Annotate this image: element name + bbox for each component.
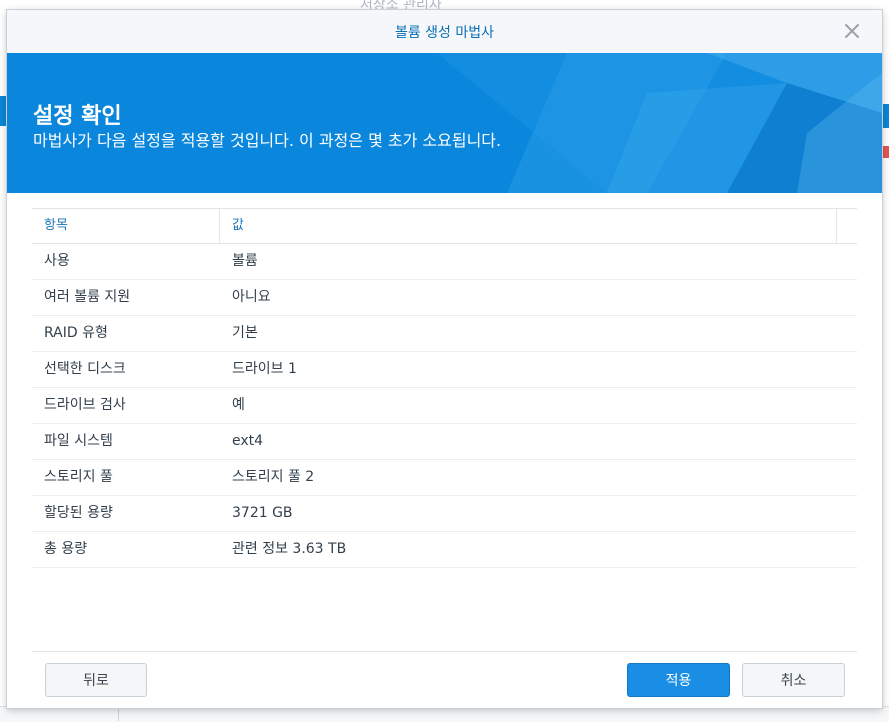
row-value: 아니요 bbox=[232, 289, 271, 305]
table-row: 총 용량 관련 정보 3.63 TB bbox=[32, 532, 857, 568]
table-row: 할당된 용량 3721 GB bbox=[32, 496, 857, 532]
back-button[interactable]: 뒤로 bbox=[45, 663, 147, 697]
column-header-value[interactable]: 값 bbox=[232, 209, 244, 243]
close-icon bbox=[845, 24, 859, 38]
row-item: RAID 유형 bbox=[44, 325, 108, 341]
table-row: 사용 볼륨 bbox=[32, 244, 857, 280]
row-value: 볼륨 bbox=[232, 253, 258, 269]
wizard-banner: 설정 확인 마법사가 다음 설정을 적용할 것입니다. 이 과정은 몇 초가 소… bbox=[7, 53, 882, 193]
settings-table: 항목 값 사용 볼륨 여러 볼륨 지원 아니요 RAID 유형 기본 선택한 디… bbox=[32, 208, 857, 568]
row-item: 선택한 디스크 bbox=[44, 361, 126, 377]
banner-title: 설정 확인 bbox=[33, 104, 122, 129]
column-header-item[interactable]: 항목 bbox=[44, 209, 68, 243]
row-item: 할당된 용량 bbox=[44, 505, 113, 521]
row-item: 드라이브 검사 bbox=[44, 397, 126, 413]
table-row: 드라이브 검사 예 bbox=[32, 388, 857, 424]
background-divider bbox=[118, 706, 119, 721]
row-item: 총 용량 bbox=[44, 541, 88, 557]
apply-button[interactable]: 적용 bbox=[627, 663, 730, 697]
table-row: 선택한 디스크 드라이브 1 bbox=[32, 352, 857, 388]
row-value: ext4 bbox=[232, 433, 264, 449]
row-item: 파일 시스템 bbox=[44, 433, 113, 449]
table-row: 스토리지 풀 스토리지 풀 2 bbox=[32, 460, 857, 496]
footer-divider bbox=[32, 651, 857, 652]
row-value: 스토리지 풀 2 bbox=[232, 469, 315, 485]
banner-decoration bbox=[437, 53, 882, 193]
column-divider[interactable] bbox=[219, 209, 220, 243]
background-alert-marker bbox=[883, 146, 889, 158]
table-row: 여러 볼륨 지원 아니요 bbox=[32, 280, 857, 316]
close-button[interactable] bbox=[840, 19, 864, 43]
row-item: 여러 볼륨 지원 bbox=[44, 289, 131, 305]
row-value: 기본 bbox=[232, 325, 258, 341]
table-row: 파일 시스템 ext4 bbox=[32, 424, 857, 460]
cancel-button[interactable]: 취소 bbox=[742, 663, 845, 697]
dialog-titlebar[interactable]: 볼륨 생성 마법사 bbox=[7, 10, 882, 53]
banner-subtitle: 마법사가 다음 설정을 적용할 것입니다. 이 과정은 몇 초가 소요됩니다. bbox=[33, 131, 502, 150]
volume-wizard-dialog: 볼륨 생성 마법사 설정 확인 마법사가 다음 설정을 적용할 것입니다. 이 … bbox=[7, 10, 882, 708]
column-divider[interactable] bbox=[836, 209, 837, 243]
row-value: 예 bbox=[232, 397, 245, 413]
row-item: 스토리지 풀 bbox=[44, 469, 113, 485]
row-item: 사용 bbox=[44, 253, 70, 269]
table-header: 항목 값 bbox=[32, 208, 857, 244]
table-row: RAID 유형 기본 bbox=[32, 316, 857, 352]
row-value: 드라이브 1 bbox=[232, 361, 297, 377]
row-value: 관련 정보 3.63 TB bbox=[232, 541, 347, 557]
dialog-title: 볼륨 생성 마법사 bbox=[394, 25, 495, 41]
background-accent-right bbox=[881, 104, 889, 128]
background-bottom-bar bbox=[0, 706, 889, 722]
row-value: 3721 GB bbox=[232, 505, 293, 521]
